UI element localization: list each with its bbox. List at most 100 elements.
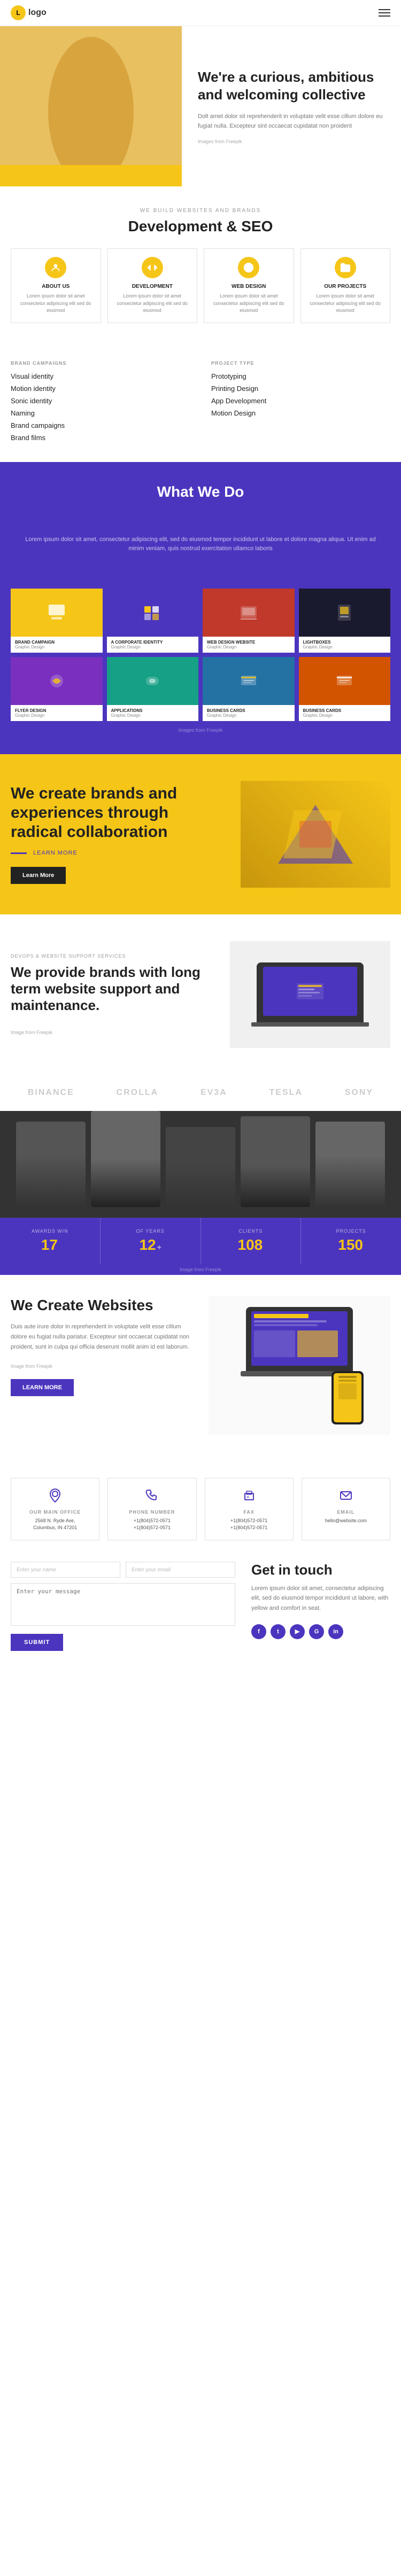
stat-awards-value: 17 [11,1236,89,1254]
brand-crolla: CROLLA [117,1088,159,1098]
portfolio-item-8[interactable]: BUSINESS CARDS Graphic Design [299,657,391,721]
project-item-motion[interactable]: Motion Design [211,409,390,417]
brand-item-naming[interactable]: Naming [11,409,190,417]
brand-tesla: TESLA [269,1088,303,1098]
dev-card-projects-title: OUR PROJECTS [307,284,384,289]
portfolio-item-5[interactable]: FLYER DESIGN Graphic Design [11,657,103,721]
brand-items: Visual identity Motion identity Sonic id… [11,372,190,442]
dev-card-development[interactable]: DEVELOPMENT Lorem ipsum dolor sit amet c… [107,248,198,323]
dev-card-about-desc: Lorem ipsum dolor sit amet consectetur a… [18,293,94,315]
dev-card-web[interactable]: WEB DESIGN Lorem ipsum dolor sit amet co… [204,248,294,323]
portfolio-visual-6 [107,657,199,705]
hero-title: We're a curious, ambitious and welcoming… [198,68,385,105]
contact-form: SUBMIT [11,1562,235,1651]
portfolio-item-2[interactable]: A CORPORATE IDENTITY Graphic Design [107,589,199,653]
header: L logo [0,0,401,26]
portfolio-info-2: A CORPORATE IDENTITY Graphic Design [107,637,199,653]
dev-card-development-title: DEVELOPMENT [114,284,191,289]
radical-section: We create brands and experiences through… [0,754,401,914]
what-we-do-credit: Images from Freepik [11,727,390,733]
stat-projects-value: 150 [312,1236,390,1254]
social-google[interactable]: G [309,1624,324,1639]
dev-card-web-desc: Lorem ipsum dolor sit amet consectetur a… [211,293,287,315]
projects-icon [335,257,356,278]
dev-card-projects[interactable]: OUR PROJECTS Lorem ipsum dolor sit amet … [300,248,391,323]
portfolio-visual-2 [107,589,199,637]
project-item-app[interactable]: App Development [211,397,390,405]
brand-item-sonic[interactable]: Sonic identity [11,397,190,405]
stat-years: OF YEARS 12+ [101,1218,201,1264]
portfolio-grid: BRAND CAMPAIGN Graphic Design A CORPORAT… [11,589,390,721]
portfolio-subtitle-3: Graphic Design [207,645,290,649]
development-section: WE BUILD WEBSITES AND BRANDS Development… [0,186,401,344]
hero-section: We're a curious, ambitious and welcoming… [0,26,401,186]
portfolio-info-1: BRAND CAMPAIGN Graphic Design [11,637,103,653]
portfolio-title-4: LIGHTBOXES [303,640,387,645]
fax-value: +1(804)572-0571 +1(804)572-0571 [213,1517,285,1532]
form-email-input[interactable] [126,1562,235,1578]
brand-item-films[interactable]: Brand films [11,434,190,442]
brand-item-campaigns[interactable]: Brand campaigns [11,421,190,429]
portfolio-item-1[interactable]: BRAND CAMPAIGN Graphic Design [11,589,103,653]
dev-card-about[interactable]: ABOUT US Lorem ipsum dolor sit amet cons… [11,248,101,323]
contact-section: OUR MAIN OFFICE 2568 N. Ryde Ave, Columb… [0,1457,401,1672]
laptop-screen [263,967,357,1016]
portfolio-title-2: A CORPORATE IDENTITY [111,640,195,645]
social-linkedin[interactable]: in [328,1624,343,1639]
portfolio-item-3[interactable]: WEB DESIGN WEBSITE Graphic Design [203,589,295,653]
brand-project-section: BRAND CAMPAIGNS Visual identity Motion i… [0,344,401,462]
devops-section: DEVOPS & WEBSITE SUPPORT SERVICES We pro… [0,914,401,1075]
portfolio-subtitle-1: Graphic Design [15,645,98,649]
logo-icon-text: L [16,9,20,17]
form-message-textarea[interactable] [11,1583,235,1626]
hero-description: Dolt amet dolor sit reprehenderit in vol… [198,112,385,131]
social-youtube[interactable]: ▶ [290,1624,305,1639]
form-name-input[interactable] [11,1562,120,1578]
portfolio-item-6[interactable]: APPLICATIONS Graphic Design [107,657,199,721]
brand-binance: BINANCE [28,1088,74,1098]
project-label: PROJECT TYPE [211,361,390,366]
brand-item-visual[interactable]: Visual identity [11,372,190,380]
brand-label: BRAND CAMPAIGNS [11,361,190,366]
email-icon [336,1486,355,1505]
contact-card-email: EMAIL hello@website.com [302,1478,390,1540]
portfolio-visual-8 [299,657,391,705]
portfolio-visual-5 [11,657,103,705]
portfolio-item-7[interactable]: BUSINESS CARDS Graphic Design [203,657,295,721]
touch-info: Get in touch Lorem ipsum dolor sit amet,… [251,1562,390,1651]
devops-text: DEVOPS & WEBSITE SUPPORT SERVICES We pro… [11,953,209,1036]
project-item-print[interactable]: Printing Design [211,385,390,393]
contact-card-phone: PHONE NUMBER +1(804)572-0571 +1(804)572-… [107,1478,196,1540]
location-icon [46,1486,65,1505]
dev-card-projects-desc: Lorem ipsum dolor sit amet consectetur a… [307,293,384,315]
create-websites-section: We Create Websites Duis aute irure dolor… [0,1275,401,1457]
social-twitter[interactable]: t [271,1624,286,1639]
what-we-do-section: What We Do Lorem ipsum dolor sit amet, c… [0,462,401,754]
create-learn-more-button[interactable]: LEARN MORE [11,1379,74,1396]
portfolio-info-6: APPLICATIONS Graphic Design [107,705,199,721]
brand-item-motion[interactable]: Motion identity [11,385,190,393]
hamburger-menu[interactable] [379,9,390,17]
laptop-visual [257,962,364,1027]
portfolio-item-4[interactable]: LIGHTBOXES Graphic Design [299,589,391,653]
laptop-base [251,1022,369,1027]
brand-sony: SONY [345,1088,373,1098]
stat-clients-value: 108 [212,1236,290,1254]
create-text: We Create Websites Duis aute irure dolor… [11,1296,192,1396]
stat-awards: AWARDS WIN 17 [0,1218,101,1264]
devops-title: We provide brands with long term website… [11,964,209,1014]
logo-text: logo [28,8,47,18]
email-label: EMAIL [310,1509,382,1515]
hero-credit: Images from Freepik [198,139,385,144]
logo: L logo [11,5,47,20]
what-we-do-title: What We Do [11,483,390,500]
social-facebook[interactable]: f [251,1624,266,1639]
project-item-proto[interactable]: Prototyping [211,372,390,380]
portfolio-subtitle-8: Graphic Design [303,713,387,718]
project-items: Prototyping Printing Design App Developm… [211,372,390,417]
radical-learn-more-button[interactable]: Learn More [11,867,66,884]
phone-icon [143,1486,161,1505]
form-submit-button[interactable]: SUBMIT [11,1634,63,1651]
portfolio-title-8: BUSINESS CARDS [303,708,387,713]
stats-bg-inner [0,1111,401,1218]
